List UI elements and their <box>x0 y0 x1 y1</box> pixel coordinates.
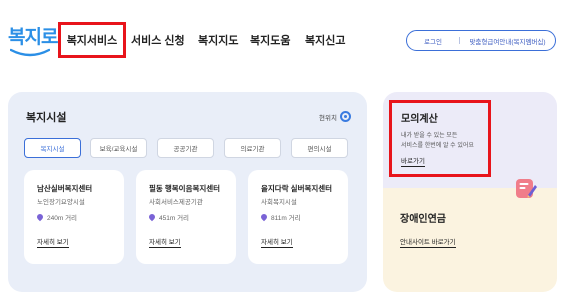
calculator-description: 서비스를 한번에 알 수 있어요 <box>401 143 474 149</box>
details-link[interactable]: 자세히 보기 <box>37 236 69 248</box>
calculator-highlight-box: 모의계산 내가 받을 수 있는 모든 서비스를 한번에 알 수 있어요 바로가기 <box>389 100 491 177</box>
facilities-title: 복지시설 <box>26 112 67 124</box>
distance-text: 451m 거리 <box>159 215 190 222</box>
distance-text: 811m 거리 <box>271 215 301 222</box>
current-location-button[interactable]: 현위치 <box>319 111 351 122</box>
facility-type: 사회복지시설 <box>261 199 297 206</box>
distance-text: 240m 거리 <box>47 215 78 222</box>
logo-text: 복지로 <box>8 26 58 48</box>
nav-welfare-report[interactable]: 복지신고 <box>305 32 345 48</box>
facility-name: 남산실버복지센터 <box>37 184 93 193</box>
logo-swoosh-icon <box>10 48 50 57</box>
login-link[interactable]: 로그인 <box>407 36 459 46</box>
calculator-panel: 모의계산 내가 받을 수 있는 모든 서비스를 한번에 알 수 있어요 바로가기 <box>383 92 557 188</box>
pension-guide-link[interactable]: 안내사이트 바로가기 <box>400 236 456 248</box>
nav-service-apply[interactable]: 서비스 신청 <box>131 32 185 48</box>
facilities-panel: 복지시설 현위치 복지시설 보육/교육시설 공공기관 의료기관 편의시설 남산실… <box>8 92 367 292</box>
site-header: 복지로 복지서비스 서비스 신청 복지지도 복지도움 복지신고 로그인 맞춤형급… <box>0 0 573 82</box>
nav-welfare-map[interactable]: 복지지도 <box>198 32 238 48</box>
facility-name: 을지다락 실버복지센터 <box>261 184 333 193</box>
calculator-description: 내가 받을 수 있는 모든 <box>401 133 458 139</box>
calculator-document-icon <box>516 179 537 198</box>
facility-distance: 240m 거리 <box>35 212 78 222</box>
location-target-icon <box>340 111 351 122</box>
pension-panel: 장애인연금 안내사이트 바로가기 <box>383 188 557 292</box>
pension-title: 장애인연금 <box>400 214 446 225</box>
map-pin-icon <box>147 212 157 222</box>
map-pin-icon <box>35 212 45 222</box>
map-pin-icon <box>259 212 269 222</box>
nav-label: 복지서비스 <box>66 35 118 47</box>
facility-card: 남산실버복지센터 노인장기요양시설 240m 거리 자세히 보기 <box>24 170 124 264</box>
facility-name: 필동 행복이음복지센터 <box>149 184 221 193</box>
facility-card: 을지다락 실버복지센터 사회복지시설 811m 거리 자세히 보기 <box>248 170 348 264</box>
details-link[interactable]: 자세히 보기 <box>149 236 181 248</box>
calculator-shortcut-link[interactable]: 바로가기 <box>401 155 425 167</box>
current-location-label: 현위치 <box>319 114 337 122</box>
tab-welfare-facility[interactable]: 복지시설 <box>24 138 81 158</box>
facility-distance: 451m 거리 <box>147 212 190 222</box>
facility-card: 필동 행복이음복지센터 사회서비스제공기관 451m 거리 자세히 보기 <box>136 170 236 264</box>
tab-childcare-education[interactable]: 보육/교육시설 <box>90 138 147 158</box>
custom-benefit-link[interactable]: 맞춤형급여안내(복지멤버십) <box>460 36 555 46</box>
nav-welfare-help[interactable]: 복지도움 <box>250 32 290 48</box>
calculator-title: 모의계산 <box>401 114 438 125</box>
facility-type: 노인장기요양시설 <box>37 199 85 206</box>
details-link[interactable]: 자세히 보기 <box>261 236 293 248</box>
tab-medical-institution[interactable]: 의료기관 <box>224 138 281 158</box>
logo[interactable]: 복지로 <box>8 22 58 62</box>
tab-public-institution[interactable]: 공공기관 <box>157 138 214 158</box>
facility-type: 사회서비스제공기관 <box>149 199 203 206</box>
account-pill: 로그인 맞춤형급여안내(복지멤버십) <box>406 30 556 51</box>
facility-distance: 811m 거리 <box>259 212 301 222</box>
facility-tabs: 복지시설 보육/교육시설 공공기관 의료기관 편의시설 <box>24 138 354 158</box>
tab-convenience-facility[interactable]: 편의시설 <box>291 138 348 158</box>
nav-welfare-services[interactable]: 복지서비스 <box>58 22 126 58</box>
